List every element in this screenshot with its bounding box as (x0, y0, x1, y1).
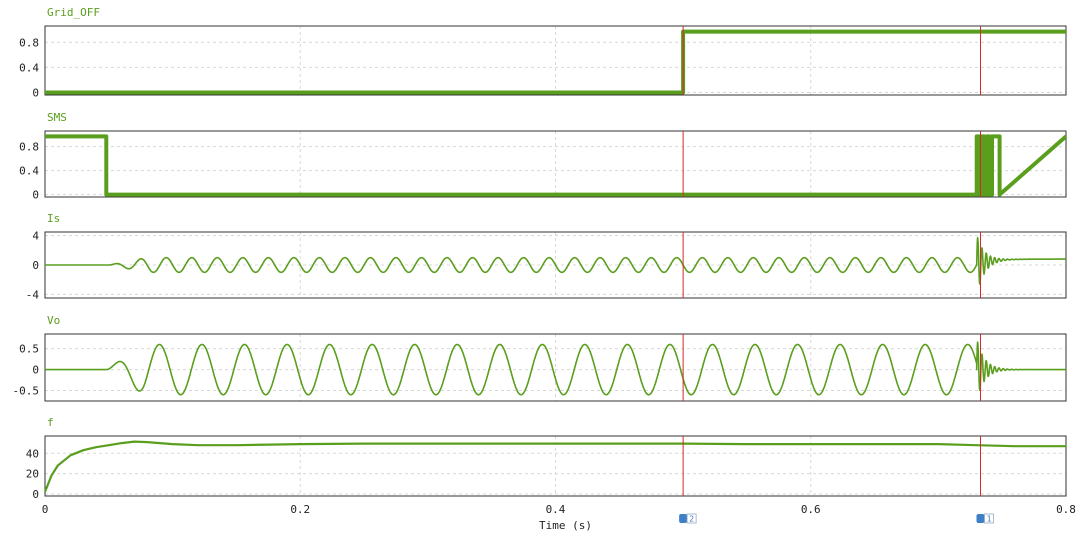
panel-title: Is (47, 212, 60, 225)
y-tick-label: 0 (32, 259, 39, 272)
y-tick-label: 0.4 (19, 165, 39, 178)
y-tick-label: 0.8 (19, 141, 39, 154)
panel-title: Vo (47, 314, 60, 327)
y-tick-label: 0.4 (19, 61, 39, 74)
x-tick-label: 0.6 (801, 503, 821, 516)
panel-title: f (47, 416, 54, 429)
y-tick-label: 0 (32, 364, 39, 377)
x-tick-label: 0 (42, 503, 49, 516)
x-tick-label: 0.8 (1056, 503, 1076, 516)
series-line-Vo (44, 341, 1067, 396)
panel-title: SMS (47, 111, 67, 124)
panel-title: Grid_OFF (47, 6, 100, 19)
x-axis-label: Time (s) (539, 519, 592, 532)
y-tick-label: 20 (26, 468, 39, 481)
y-tick-label: 0 (32, 189, 39, 202)
cursor-marker[interactable]: 2 (679, 513, 697, 524)
y-tick-label: 0 (32, 488, 39, 501)
cursor-marker[interactable]: 1 (976, 513, 994, 524)
scope-chart: Grid_OFF0.80.40SMS0.80.40Is40-4Vo0.50-0.… (13, 6, 1076, 532)
y-tick-label: 0 (32, 86, 39, 99)
cursor-id-label: 1 (987, 515, 992, 524)
y-tick-label: -4 (26, 288, 40, 301)
cursor-id-label: 2 (689, 515, 694, 524)
cursor-handle-icon (679, 514, 688, 523)
x-tick-label: 0.2 (290, 503, 310, 516)
scope-plot-area: Grid_OFF 0.8 0.4 0 SMS 0.8 0.4 0 Is 4 0 -4 Vo 0.5 0 -0.… (0, 0, 1080, 538)
y-tick-label: 4 (32, 230, 39, 243)
y-tick-label: -0.5 (13, 385, 40, 398)
x-tick-label: 0.4 (546, 503, 566, 516)
cursor-handle-icon (976, 514, 985, 523)
y-tick-label: 0.5 (19, 343, 39, 356)
y-tick-label: 40 (26, 447, 39, 460)
panel-frame (44, 25, 1067, 96)
y-tick-label: 0.8 (19, 36, 39, 49)
